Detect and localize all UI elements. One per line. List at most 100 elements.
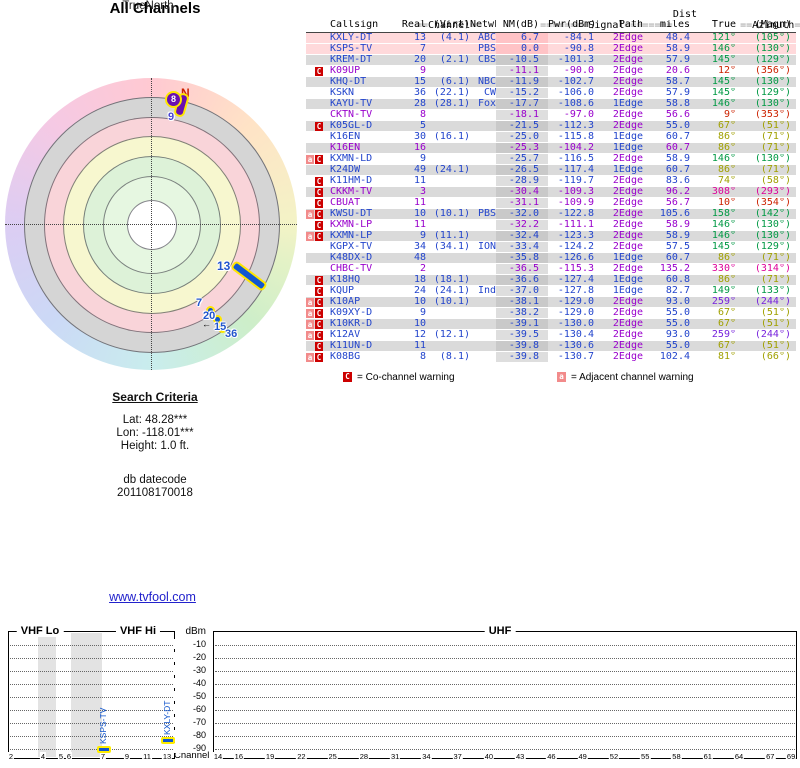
cell-path: 1Edge xyxy=(601,165,647,175)
cell-callsign: KQUP xyxy=(330,286,398,296)
cell-virt: (11.1) xyxy=(426,231,470,241)
cell-real: 9 xyxy=(398,154,426,164)
cell-virt: (24.1) xyxy=(426,165,470,175)
search-criteria-block: Search Criteria Lat: 48.28*** Lon: -118.… xyxy=(55,390,255,453)
table-row: aCK10AP10(10.1)-38.1-129.02Edge93.0259°(… xyxy=(306,297,796,308)
cell-magn: (244°) xyxy=(740,330,793,340)
warning-marker-cell xyxy=(306,55,330,65)
cell-real: 16 xyxy=(398,143,426,153)
east-west-dotted-line xyxy=(5,224,297,225)
cell-nm: -25.0 xyxy=(496,132,548,142)
cell-netwk: CBS xyxy=(470,55,496,65)
cell-miles: 83.6 xyxy=(647,176,698,186)
channel-tick-16: 16 xyxy=(234,752,244,761)
warning-marker-cell xyxy=(306,99,330,109)
cell-miles: 55.0 xyxy=(647,121,698,131)
cell-nm: 6.7 xyxy=(496,33,548,43)
signal-group-header: ========Signal======== xyxy=(504,9,654,20)
cell-true: 67° xyxy=(698,341,740,351)
dbm-tick-label: -40 xyxy=(174,678,206,688)
cell-callsign: K16EN xyxy=(330,132,398,142)
cell-netwk xyxy=(470,341,496,351)
cell-pwr: -129.0 xyxy=(548,308,601,318)
cell-real: 12 xyxy=(398,330,426,340)
cell-magn: (130°) xyxy=(740,220,793,230)
cell-netwk xyxy=(470,187,496,197)
cell-virt: (12.1) xyxy=(426,330,470,340)
radar-plot: N 8 9 13 7 20 ← 15 36 xyxy=(5,78,297,370)
cell-callsign: KAYU-TV xyxy=(330,99,398,109)
longitude-value: Lon: -118.01*** xyxy=(55,427,255,440)
cell-pwr: -130.7 xyxy=(548,352,601,362)
cell-pwr: -111.1 xyxy=(548,220,601,230)
cell-miles: 57.9 xyxy=(647,88,698,98)
cell-pwr: -123.3 xyxy=(548,231,601,241)
cell-magn: (71°) xyxy=(740,275,793,285)
table-row: aCKXMN-LD9-25.7-116.52Edge58.9146°(130°) xyxy=(306,154,796,165)
warning-marker-cell xyxy=(306,88,330,98)
co-channel-warning-icon: C xyxy=(315,276,323,285)
cell-virt xyxy=(426,198,470,208)
cell-path: 1Edge xyxy=(601,132,647,142)
cell-netwk xyxy=(470,253,496,263)
cell-pwr: -127.8 xyxy=(548,286,601,296)
cell-true: 146° xyxy=(698,154,740,164)
cell-nm: -32.4 xyxy=(496,231,548,241)
table-row: KAYU-TV28(28.1)Fox-17.7-108.61Edge58.814… xyxy=(306,99,796,110)
cell-true: 146° xyxy=(698,44,740,54)
cell-netwk xyxy=(470,264,496,274)
channel-tick-7: 7 xyxy=(100,752,106,761)
table-row: CK09UP9-11.1-90.02Edge20.612°(356°) xyxy=(306,66,796,77)
uhf-spectrum-panel xyxy=(213,631,797,759)
cell-callsign: K11HM-D xyxy=(330,176,398,186)
cell-real: 9 xyxy=(398,66,426,76)
cell-pwr: -108.6 xyxy=(548,99,601,109)
gridline--90 xyxy=(215,749,795,750)
cell-path: 1Edge xyxy=(601,286,647,296)
cell-true: 86° xyxy=(698,132,740,142)
band-label-uhf: UHF xyxy=(485,625,516,637)
cell-netwk xyxy=(470,198,496,208)
warning-marker-cell: aC xyxy=(306,209,330,219)
cell-callsign: CHBC-TV xyxy=(330,264,398,274)
channel-group-header: ==Channel== xyxy=(376,9,486,20)
dbm-axis-title: dBm xyxy=(178,626,206,637)
cell-magn: (353°) xyxy=(740,110,793,120)
cell-callsign: KSKN xyxy=(330,88,398,98)
signal-bar-label-kxly-dt: KXLY-DT xyxy=(162,689,172,735)
cell-real: 10 xyxy=(398,297,426,307)
cell-virt: (8.1) xyxy=(426,352,470,362)
cell-true: 145° xyxy=(698,55,740,65)
cell-true: 259° xyxy=(698,330,740,340)
cell-path: 1Edge xyxy=(601,253,647,263)
tvfool-link[interactable]: www.tvfool.com xyxy=(109,590,196,604)
cell-true: 86° xyxy=(698,143,740,153)
cell-path: 2Edge xyxy=(601,198,647,208)
cell-callsign: K12AV xyxy=(330,330,398,340)
cell-miles: 93.0 xyxy=(647,330,698,340)
channel-tick-43: 43 xyxy=(515,752,525,761)
vhf-gray-band xyxy=(38,633,56,757)
cell-pwr: -106.0 xyxy=(548,88,601,98)
co-channel-warning-icon: C xyxy=(315,331,323,340)
cell-callsign: K16EN xyxy=(330,143,398,153)
cell-true: 145° xyxy=(698,242,740,252)
channel-tick-9: 9 xyxy=(124,752,130,761)
cell-callsign: CKKM-TV xyxy=(330,187,398,197)
cell-real: 30 xyxy=(398,132,426,142)
cell-miles: 55.0 xyxy=(647,308,698,318)
cell-path: 2Edge xyxy=(601,352,647,362)
cell-magn: (51°) xyxy=(740,319,793,329)
cell-netwk: PBS xyxy=(470,209,496,219)
table-row: aCKWSU-DT10(10.1)PBS-32.0-122.82Edge105.… xyxy=(306,209,796,220)
cell-pwr: -117.4 xyxy=(548,165,601,175)
cell-nm: -18.1 xyxy=(496,110,548,120)
cell-magn: (51°) xyxy=(740,121,793,131)
cell-callsign: KXMN-LD xyxy=(330,154,398,164)
channel-tick-11: 11 xyxy=(142,752,152,761)
adjacent-channel-warning-icon: a xyxy=(557,372,566,382)
warning-marker-cell xyxy=(306,242,330,252)
cell-path: 2Edge xyxy=(601,308,647,318)
cell-netwk: PBS xyxy=(470,44,496,54)
cell-virt: (2.1) xyxy=(426,55,470,65)
